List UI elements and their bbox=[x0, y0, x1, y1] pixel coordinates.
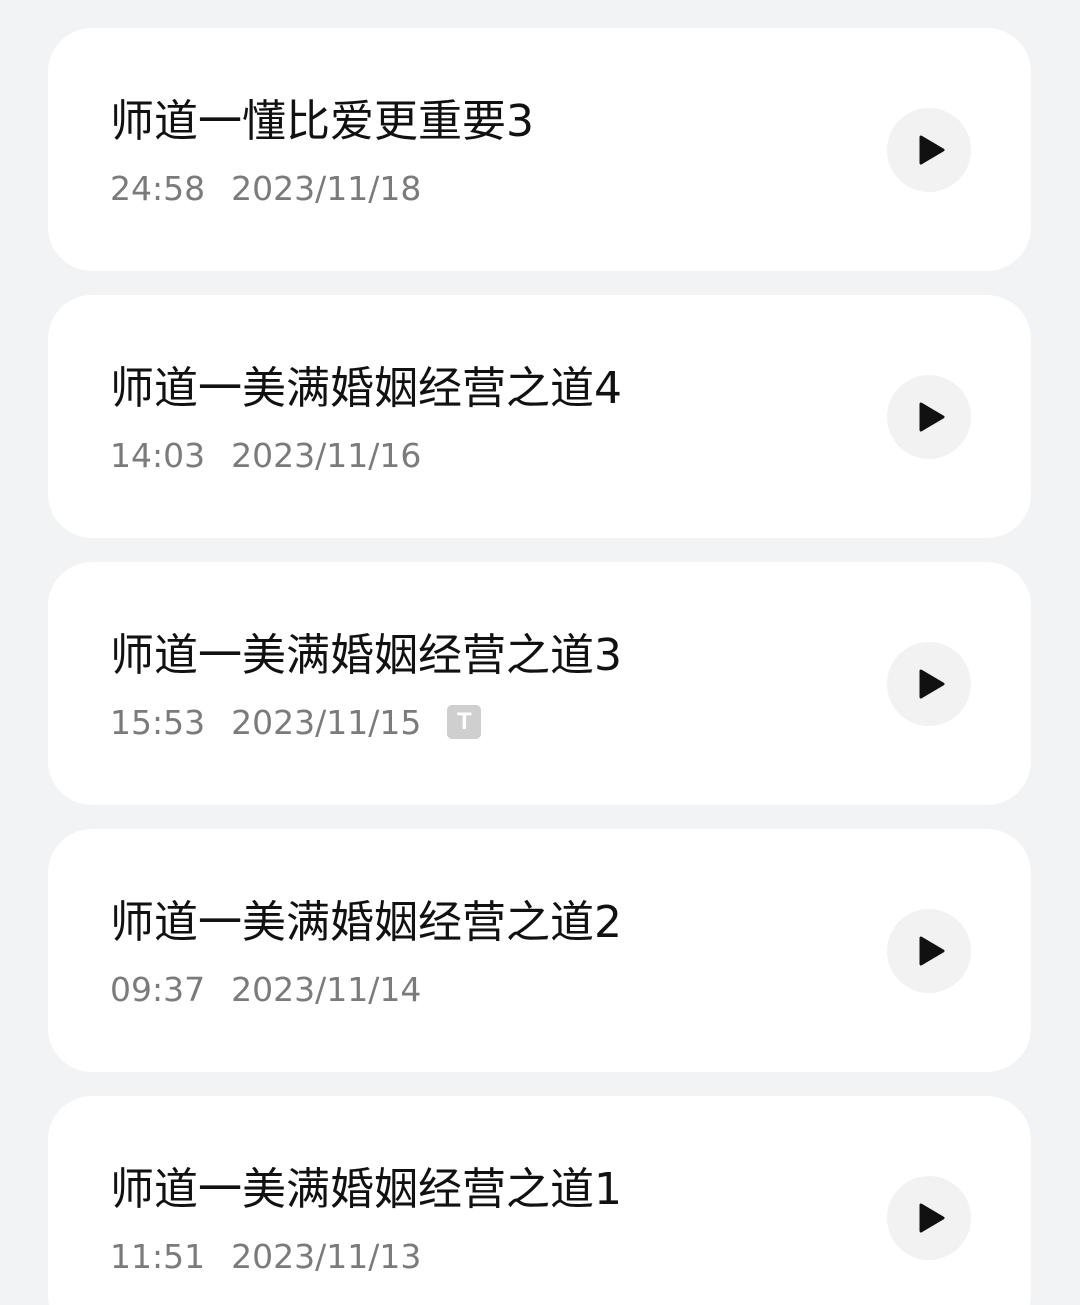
recording-duration: 24:58 bbox=[110, 168, 206, 208]
recording-duration: 11:51 bbox=[110, 1236, 206, 1276]
play-button[interactable] bbox=[887, 909, 971, 993]
recording-meta: 15:53 2023/11/15 T bbox=[110, 702, 482, 742]
recording-duration: 09:37 bbox=[110, 969, 206, 1009]
recording-title: 师道一美满婚姻经营之道3 bbox=[110, 630, 622, 681]
recording-item[interactable]: 师道一懂比爱更重要3 24:58 2023/11/18 bbox=[48, 28, 1031, 271]
play-button[interactable] bbox=[887, 642, 971, 726]
recording-item[interactable]: 师道一美满婚姻经营之道1 11:51 2023/11/13 bbox=[48, 1096, 1031, 1305]
recording-duration: 14:03 bbox=[110, 435, 206, 475]
recording-meta: 14:03 2023/11/16 bbox=[110, 435, 421, 475]
transcript-icon: T bbox=[447, 705, 482, 739]
recording-title: 师道一懂比爱更重要3 bbox=[110, 96, 534, 147]
recording-duration: 15:53 bbox=[110, 702, 206, 742]
recording-item[interactable]: 师道一美满婚姻经营之道3 15:53 2023/11/15 T bbox=[48, 562, 1031, 805]
recording-title: 师道一美满婚姻经营之道4 bbox=[110, 363, 622, 414]
recording-date: 2023/11/13 bbox=[231, 1236, 422, 1276]
recording-meta: 24:58 2023/11/18 bbox=[110, 168, 421, 208]
recording-title: 师道一美满婚姻经营之道2 bbox=[110, 897, 622, 948]
play-icon bbox=[919, 669, 945, 699]
recording-date: 2023/11/14 bbox=[231, 969, 422, 1009]
play-icon bbox=[919, 135, 945, 165]
recording-meta: 09:37 2023/11/14 bbox=[110, 969, 421, 1009]
recording-date: 2023/11/18 bbox=[231, 168, 422, 208]
recording-list: 师道一懂比爱更重要3 24:58 2023/11/18 师道一美满婚姻经营之道4… bbox=[0, 0, 1080, 1305]
recording-title: 师道一美满婚姻经营之道1 bbox=[110, 1164, 622, 1215]
play-button[interactable] bbox=[887, 108, 971, 192]
recording-date: 2023/11/15 bbox=[231, 702, 422, 742]
recording-date: 2023/11/16 bbox=[231, 435, 422, 475]
play-icon bbox=[919, 1203, 945, 1233]
play-icon bbox=[919, 936, 945, 966]
recording-item[interactable]: 师道一美满婚姻经营之道4 14:03 2023/11/16 bbox=[48, 295, 1031, 538]
play-button[interactable] bbox=[887, 1176, 971, 1260]
recording-meta: 11:51 2023/11/13 bbox=[110, 1236, 421, 1276]
play-button[interactable] bbox=[887, 375, 971, 459]
recording-item[interactable]: 师道一美满婚姻经营之道2 09:37 2023/11/14 bbox=[48, 829, 1031, 1072]
play-icon bbox=[919, 402, 945, 432]
